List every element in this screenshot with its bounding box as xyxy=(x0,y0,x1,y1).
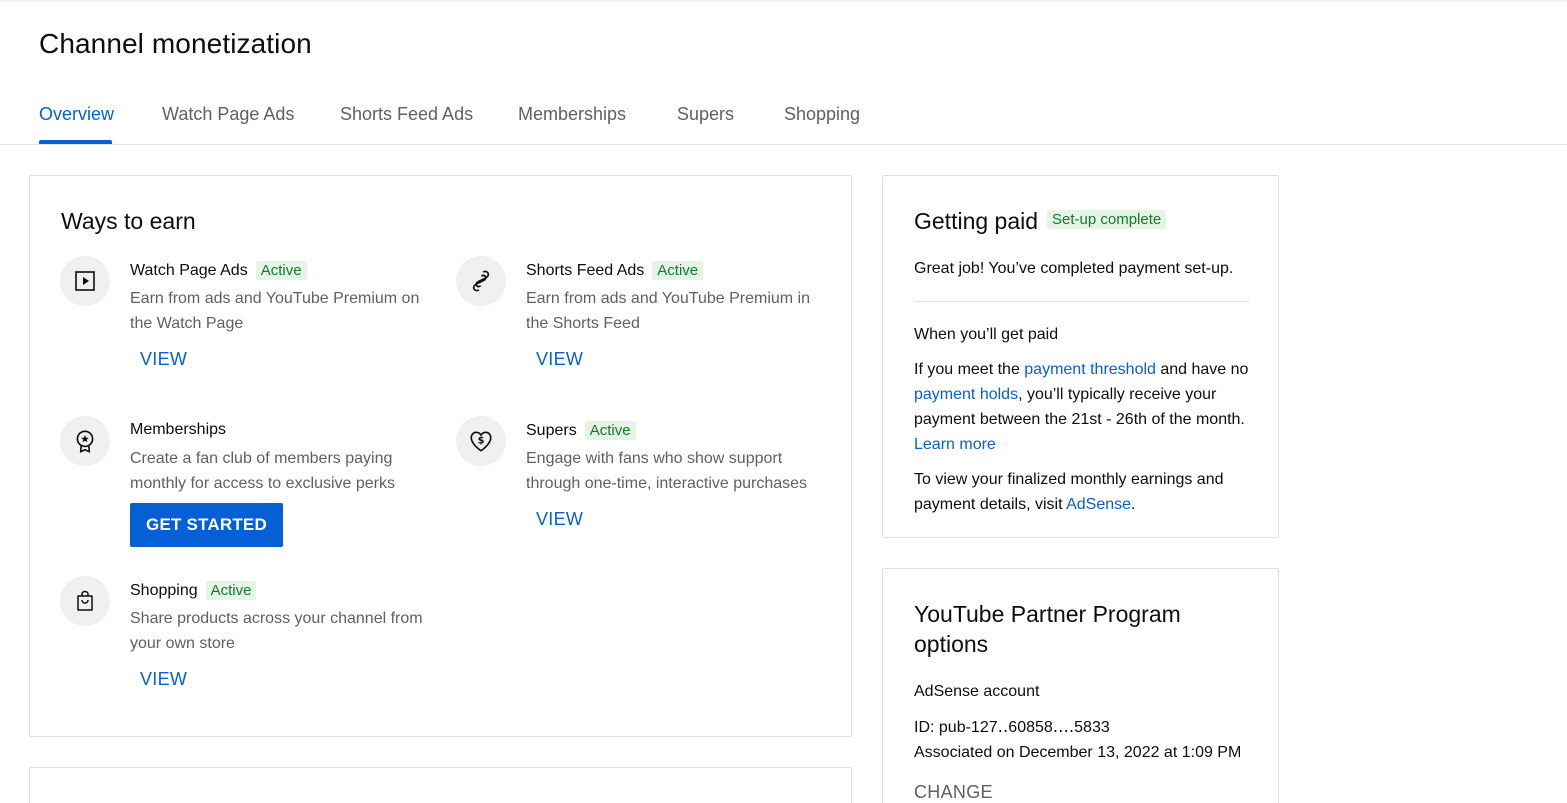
earn-item-title: Memberships xyxy=(130,421,227,438)
status-badge: Active xyxy=(255,261,307,280)
earn-item-description: Create a fan club of members paying mont… xyxy=(130,450,395,492)
change-adsense-button[interactable]: CHANGE xyxy=(914,782,993,803)
getting-paid-title: Getting paid xyxy=(914,208,1039,234)
adsense-link[interactable]: AdSense xyxy=(1066,496,1131,513)
tab-bar: Overview Watch Page Ads Shorts Feed Ads … xyxy=(0,92,1567,145)
earn-item-description: Earn from ads and YouTube Premium in the… xyxy=(526,290,811,332)
svg-text:$: $ xyxy=(478,436,485,447)
tab-supers[interactable]: Supers xyxy=(677,104,734,125)
view-watch-page-ads-button[interactable]: VIEW xyxy=(140,349,187,370)
earn-item-description: Share products across your channel from … xyxy=(130,610,423,652)
page-title: Channel monetization xyxy=(39,28,312,59)
tab-memberships[interactable]: Memberships xyxy=(518,104,626,125)
view-shorts-feed-ads-button[interactable]: VIEW xyxy=(536,349,583,370)
ways-to-earn-title: Ways to earn xyxy=(61,208,196,234)
view-supers-button[interactable]: VIEW xyxy=(536,509,583,530)
earn-item-description: Earn from ads and YouTube Premium on the… xyxy=(130,290,420,332)
earn-item-supers: $ Supers Active Engage with fans who show… xyxy=(456,416,836,566)
when-paid-heading: When you’ll get paid xyxy=(914,326,1059,343)
adsense-account-heading: AdSense account xyxy=(914,683,1040,700)
getting-paid-card: Getting paid Set-up complete Great job! … xyxy=(882,175,1279,538)
payment-threshold-link[interactable]: payment threshold xyxy=(1024,361,1156,378)
earn-item-title: Supers Active xyxy=(526,421,636,440)
top-divider xyxy=(0,0,1567,2)
ways-to-earn-card: Ways to earn Watch Page Ads Active Earn f… xyxy=(29,175,852,737)
status-badge: Active xyxy=(584,421,636,440)
adsense-info-text: To view your finalized monthly earnings … xyxy=(914,471,1224,513)
payment-schedule-text: If you meet the payment threshold and ha… xyxy=(914,361,1249,453)
tab-shopping[interactable]: Shopping xyxy=(784,104,860,125)
earn-item-shopping: Shopping Active Share products across you… xyxy=(60,576,440,726)
earn-item-description: Engage with fans who show support throug… xyxy=(526,450,808,492)
shopping-bag-icon xyxy=(60,576,110,626)
divider xyxy=(914,301,1249,302)
tab-overview[interactable]: Overview xyxy=(39,104,114,125)
adsense-id: ID: pub-127‥60858‥‥5833 xyxy=(914,719,1110,736)
earn-item-memberships: Memberships Create a fan club of members… xyxy=(60,416,440,566)
learn-more-link[interactable]: Learn more xyxy=(914,436,996,453)
earn-item-title: Shopping Active xyxy=(130,581,257,600)
setup-status-badge: Set-up complete xyxy=(1047,210,1167,229)
adsense-associated-date: Associated on December 13, 2022 at 1:09 … xyxy=(914,744,1242,761)
heart-dollar-icon: $ xyxy=(456,416,506,466)
tab-watch-page-ads[interactable]: Watch Page Ads xyxy=(162,104,294,125)
earn-item-title: Watch Page Ads Active xyxy=(130,261,307,280)
partner-program-card: YouTube Partner Program options AdSense … xyxy=(882,568,1279,803)
active-tab-indicator xyxy=(39,140,112,144)
membership-badge-icon xyxy=(60,416,110,466)
status-badge: Active xyxy=(205,581,257,600)
tab-shorts-feed-ads[interactable]: Shorts Feed Ads xyxy=(340,104,473,125)
next-card xyxy=(29,767,852,803)
earn-item-title: Shorts Feed Ads Active xyxy=(526,261,704,280)
play-icon xyxy=(60,256,110,306)
view-shopping-button[interactable]: VIEW xyxy=(140,669,187,690)
payment-setup-message: Great job! You’ve completed payment set-… xyxy=(914,260,1234,277)
shorts-icon xyxy=(456,256,506,306)
status-badge: Active xyxy=(652,261,704,280)
partner-program-title: YouTube Partner Program options xyxy=(914,601,1181,657)
get-started-button[interactable]: GET STARTED xyxy=(130,503,283,547)
payment-holds-link[interactable]: payment holds xyxy=(914,386,1018,403)
earn-item-watch-page-ads: Watch Page Ads Active Earn from ads and Y… xyxy=(60,256,440,406)
earn-item-shorts-feed-ads: Shorts Feed Ads Active Earn from ads and … xyxy=(456,256,836,406)
